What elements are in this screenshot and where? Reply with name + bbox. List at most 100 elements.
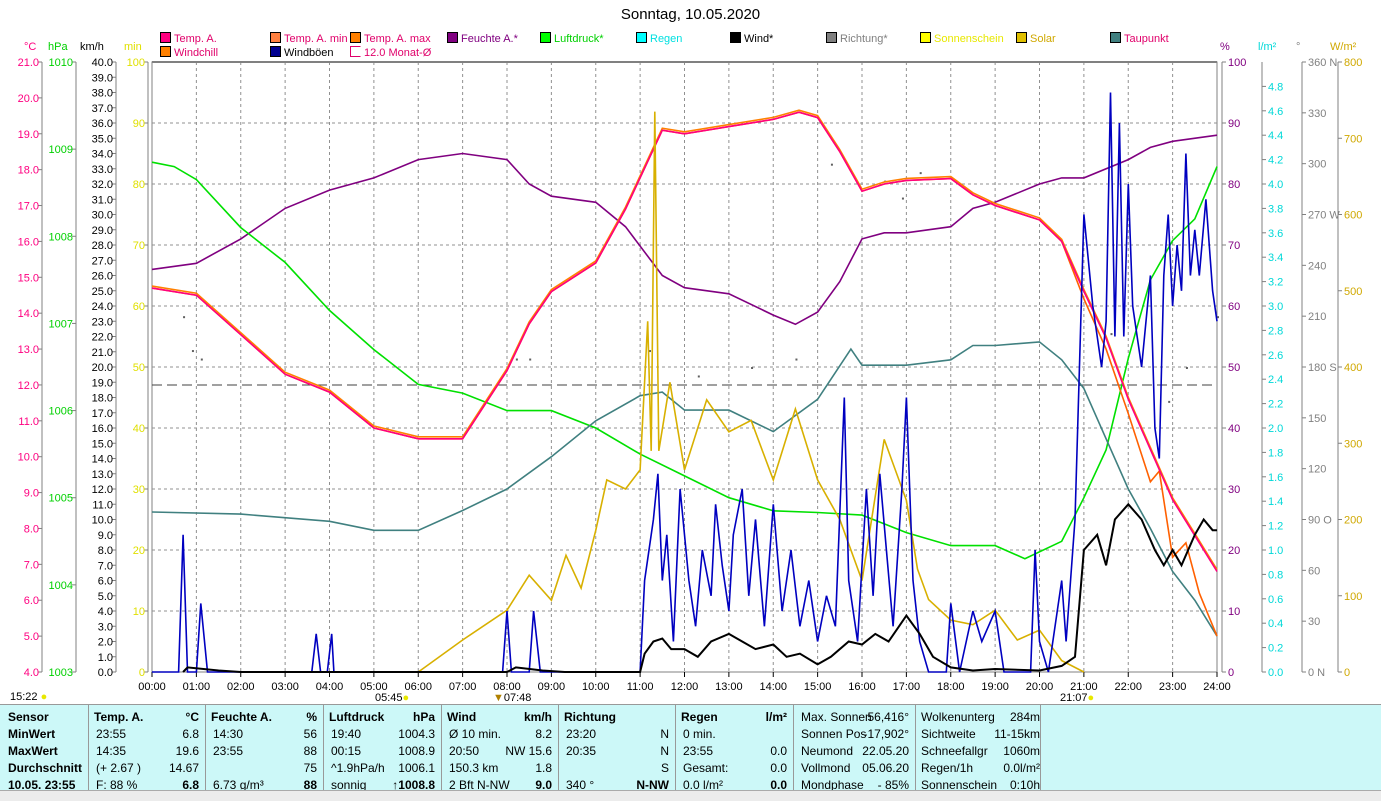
axis-tick-label-temp: 9.0 xyxy=(24,488,39,500)
axis-tick-label-temp: 7.0 xyxy=(24,559,39,571)
direction-point xyxy=(183,316,186,319)
axis-tick-label-temp: 6.0 xyxy=(24,595,39,607)
axis-tick-label-temp: 16.0 xyxy=(18,236,39,248)
axis-tick-label-rain: 4.8 xyxy=(1268,81,1283,93)
axis-tick-label-kmh: 6.0 xyxy=(98,576,113,588)
axis-tick-label-deg: 270 W xyxy=(1308,210,1340,222)
axis-tick-label-rain: 2.0 xyxy=(1268,423,1283,435)
x-tick-label: 16:00 xyxy=(848,681,876,693)
direction-point xyxy=(1168,400,1171,403)
axis-tick-label-wm2: 700 xyxy=(1344,133,1362,145)
table-cell: 75 xyxy=(303,761,317,775)
direction-point xyxy=(795,358,798,361)
axis-tick-label-kmh: 22.0 xyxy=(92,332,113,344)
axis-tick-label-rain: 2.8 xyxy=(1268,325,1283,337)
axis-tick-label-deg: 180 S xyxy=(1308,362,1337,374)
axis-tick-label-deg: 360 N xyxy=(1308,57,1337,69)
x-tick-label: 00:00 xyxy=(138,681,166,693)
axis-tick-label-kmh: 13.0 xyxy=(92,469,113,481)
axis-tick-label-kmh: 5.0 xyxy=(98,591,113,603)
axis-tick-label-kmh: 32.0 xyxy=(92,179,113,191)
axis-tick-label-pct: 10 xyxy=(1228,606,1240,618)
axis-tick-label-pct: 0 xyxy=(1228,667,1234,679)
axis-tick-label-hpa: 1004 xyxy=(49,580,73,592)
axis-tick-label-kmh: 20.0 xyxy=(92,362,113,374)
axis-tick-label-kmh: 4.0 xyxy=(98,606,113,618)
x-tick-label: 13:00 xyxy=(715,681,743,693)
axis-tick-label-kmh: 33.0 xyxy=(92,164,113,176)
axis-tick-label-kmh: 25.0 xyxy=(92,286,113,298)
axis-tick-label-min: 70 xyxy=(133,240,145,252)
axis-tick-label-pct: 90 xyxy=(1228,118,1240,130)
axis-tick-label-min: 40 xyxy=(133,423,145,435)
axis-tick-label-deg: 90 O xyxy=(1308,515,1332,527)
axis-tick-label-kmh: 11.0 xyxy=(92,499,113,511)
axis-tick-label-temp: 13.0 xyxy=(18,344,39,356)
axis-tick-label-deg: 240 xyxy=(1308,260,1326,272)
axis-tick-label-min: 60 xyxy=(133,301,145,313)
axis-tick-label-kmh: 12.0 xyxy=(92,484,113,496)
axis-tick-label-kmh: 21.0 xyxy=(92,347,113,359)
table-cell: Richtung xyxy=(564,710,616,724)
sunrise-label: 05:45● xyxy=(375,692,409,704)
axis-tick-label-kmh: 37.0 xyxy=(92,103,113,115)
x-tick-label: 18:00 xyxy=(937,681,965,693)
axis-tick-label-deg: 30 xyxy=(1308,616,1320,628)
axis-tick-label-kmh: 23.0 xyxy=(92,316,113,328)
direction-point xyxy=(919,172,922,175)
axis-tick-label-min: 100 xyxy=(127,57,145,69)
table-cell: 19.6 xyxy=(175,744,199,758)
axis-tick-label-wm2: 500 xyxy=(1344,286,1362,298)
axis-tick-label-deg: 60 xyxy=(1308,565,1320,577)
axis-tick-label-kmh: 31.0 xyxy=(92,194,113,206)
x-tick-label: 20:00 xyxy=(1026,681,1054,693)
axis-tick-label-temp: 5.0 xyxy=(24,631,39,643)
axis-tick-label-kmh: 7.0 xyxy=(98,560,113,572)
axis-unit-wm2: W/m² xyxy=(1330,41,1357,53)
axis-tick-label-rain: 2.6 xyxy=(1268,350,1283,362)
direction-point xyxy=(1110,333,1113,336)
axis-tick-label-pct: 100 xyxy=(1228,57,1246,69)
axis-tick-label-kmh: 9.0 xyxy=(98,530,113,542)
axis-tick-label-deg: 300 xyxy=(1308,159,1326,171)
axis-tick-label-temp: 14.0 xyxy=(18,308,39,320)
sunset-label: 21:07● xyxy=(1060,692,1094,704)
axis-tick-label-rain: 1.4 xyxy=(1268,496,1283,508)
axis-tick-label-rain: 3.0 xyxy=(1268,301,1283,313)
sun-icon: ● xyxy=(40,691,48,703)
axis-tick-label-deg: 0 N xyxy=(1308,667,1325,679)
druck-column: Luftdruck hPa 19:40 1004.3 00:15 1008.9 ^1.9hP… xyxy=(323,705,442,792)
table-cell: 0.0 xyxy=(770,744,787,758)
direction-point xyxy=(697,375,700,378)
axis-tick-label-temp: 18.0 xyxy=(18,165,39,177)
direction-point xyxy=(191,350,194,353)
axis-tick-label-kmh: 16.0 xyxy=(92,423,113,435)
summary-table: Sensor MinWert MaxWert Durchschnitt 10.05. 2… xyxy=(0,704,1381,792)
x-tick-label: 01:00 xyxy=(183,681,211,693)
axis-tick-label-deg: 330 xyxy=(1308,108,1326,120)
axis-tick-label-wm2: 0 xyxy=(1344,667,1350,679)
axis-tick-label-rain: 4.2 xyxy=(1268,155,1283,167)
axis-tick-label-kmh: 39.0 xyxy=(92,72,113,84)
axis-tick-label-hpa: 1009 xyxy=(49,144,73,156)
axis-tick-label-deg: 210 xyxy=(1308,311,1326,323)
table-cell: km/h xyxy=(523,710,552,724)
axis-tick-label-temp: 21.0 xyxy=(18,57,39,69)
table-cell: 56,416° xyxy=(867,710,909,724)
sun-icon: ● xyxy=(402,692,410,704)
axis-tick-label-rain: 3.6 xyxy=(1268,228,1283,240)
axis-tick-label-kmh: 40.0 xyxy=(92,57,113,69)
axis-tick-label-kmh: 8.0 xyxy=(98,545,113,557)
axis-unit-deg: ° xyxy=(1296,41,1300,53)
x-tick-label: 11:00 xyxy=(627,681,654,693)
start-time: 15:22 xyxy=(10,691,38,703)
table-cell: 88 xyxy=(303,744,317,758)
x-tick-label: 03:00 xyxy=(271,681,299,693)
table-cell: l/m² xyxy=(765,710,787,724)
axis-tick-label-hpa: 1005 xyxy=(49,493,73,505)
table-cell: 22.05.20 xyxy=(862,744,909,758)
marker-label: ▼07:48 xyxy=(493,692,531,704)
axis-tick-label-wm2: 800 xyxy=(1344,57,1362,69)
wind-column: Wind km/h Ø 10 min. 8.2 20:50 NW 15.6 150.3 km… xyxy=(441,705,559,792)
axis-tick-label-kmh: 35.0 xyxy=(92,133,113,145)
